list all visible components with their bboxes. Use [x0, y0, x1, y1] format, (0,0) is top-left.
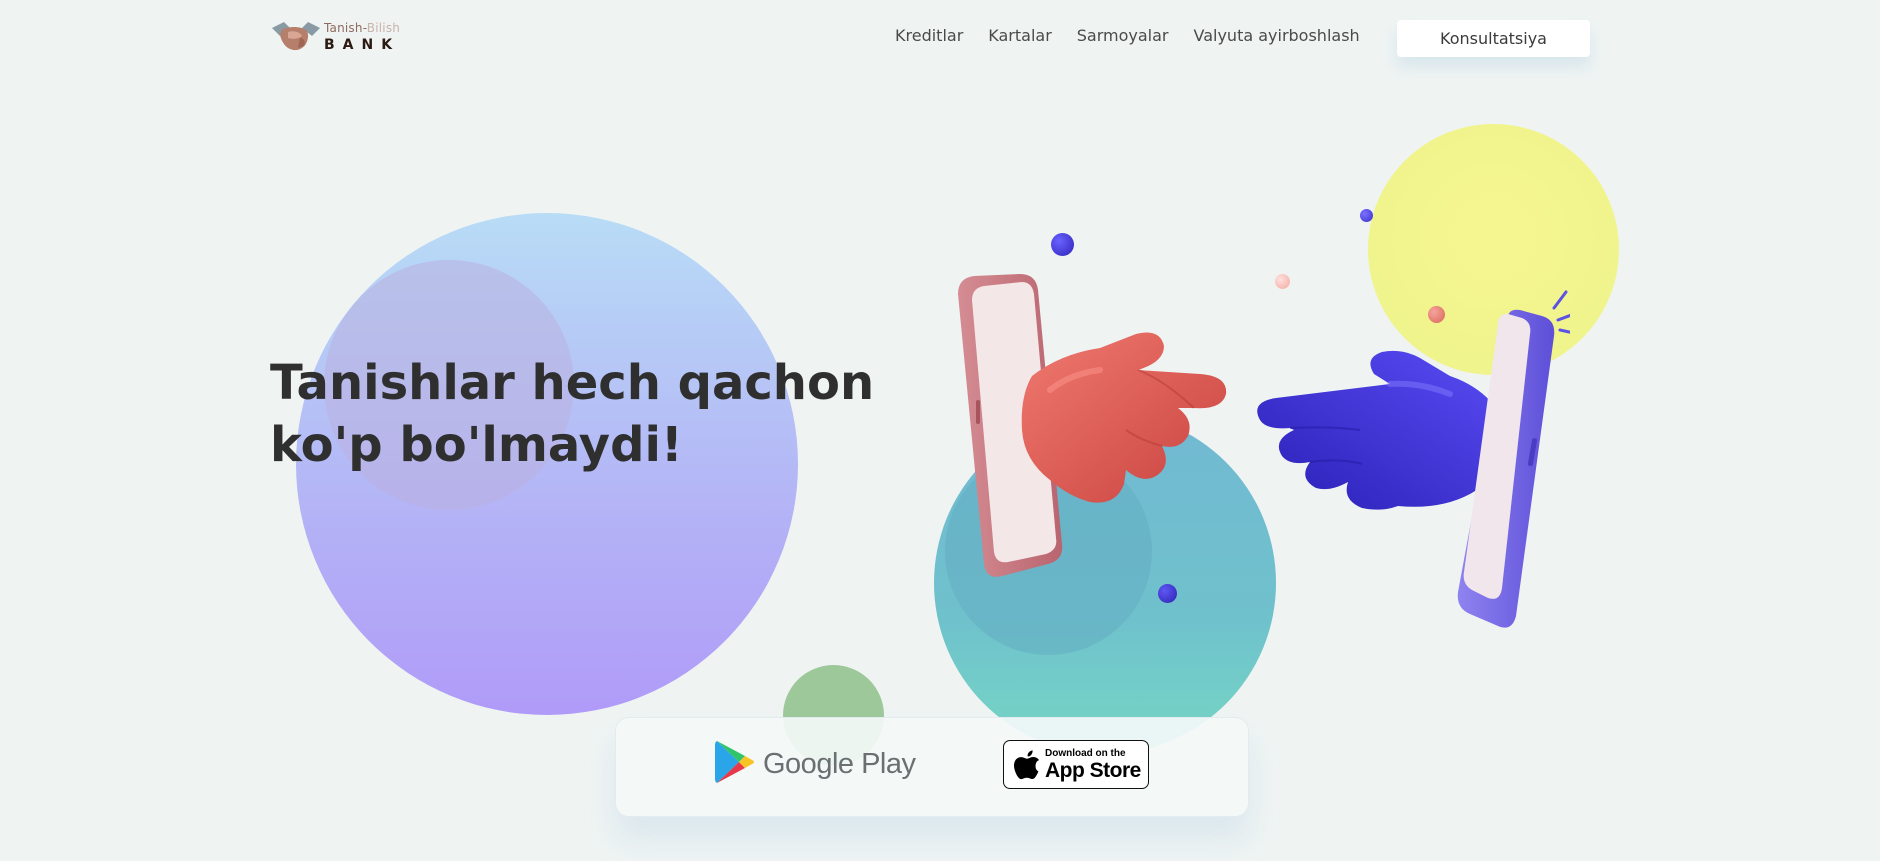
nav-item-kartalar[interactable]: Kartalar [988, 26, 1052, 45]
app-store-big-label: App Store [1045, 758, 1141, 782]
hero-headline-line1: Tanishlar hech qachon [270, 355, 875, 411]
google-play-button[interactable]: Google Play [715, 739, 916, 789]
nav-item-valyuta[interactable]: Valyuta ayirboshlash [1194, 26, 1360, 45]
google-play-icon [715, 739, 755, 789]
decor-dot [1051, 233, 1074, 256]
handshake-logo-icon [270, 18, 322, 56]
nav-item-sarmoyalar[interactable]: Sarmoyalar [1077, 26, 1169, 45]
brand-logo[interactable]: Tanish-Bilish BANK [270, 18, 410, 56]
decor-dot [1360, 209, 1373, 222]
google-play-label: Google Play [763, 747, 916, 780]
logo-top-pre: Tanish- [324, 21, 367, 35]
logo-wordmark: BANK [324, 37, 401, 53]
main-nav: Kreditlar Kartalar Sarmoyalar Valyuta ay… [895, 26, 1360, 45]
app-store-small-label: Download on the [1045, 747, 1126, 759]
nav-item-kreditlar[interactable]: Kreditlar [895, 26, 963, 45]
logo-top-post: Bilish [366, 21, 401, 35]
red-hand-icon [1021, 332, 1227, 503]
hero-headline-line2: ko'p bo'lmaydi! [270, 417, 683, 473]
phones-hands-illustration [950, 270, 1580, 630]
apple-icon [1014, 749, 1040, 780]
app-store-bar [615, 717, 1249, 817]
hero-headline: Tanishlar hech qachon ko'p bo'lmaydi! [270, 352, 910, 476]
consultation-button[interactable]: Konsultatsiya [1397, 20, 1590, 57]
blue-hand-icon [1257, 350, 1507, 510]
app-store-button[interactable]: Download on the App Store [1003, 740, 1149, 789]
